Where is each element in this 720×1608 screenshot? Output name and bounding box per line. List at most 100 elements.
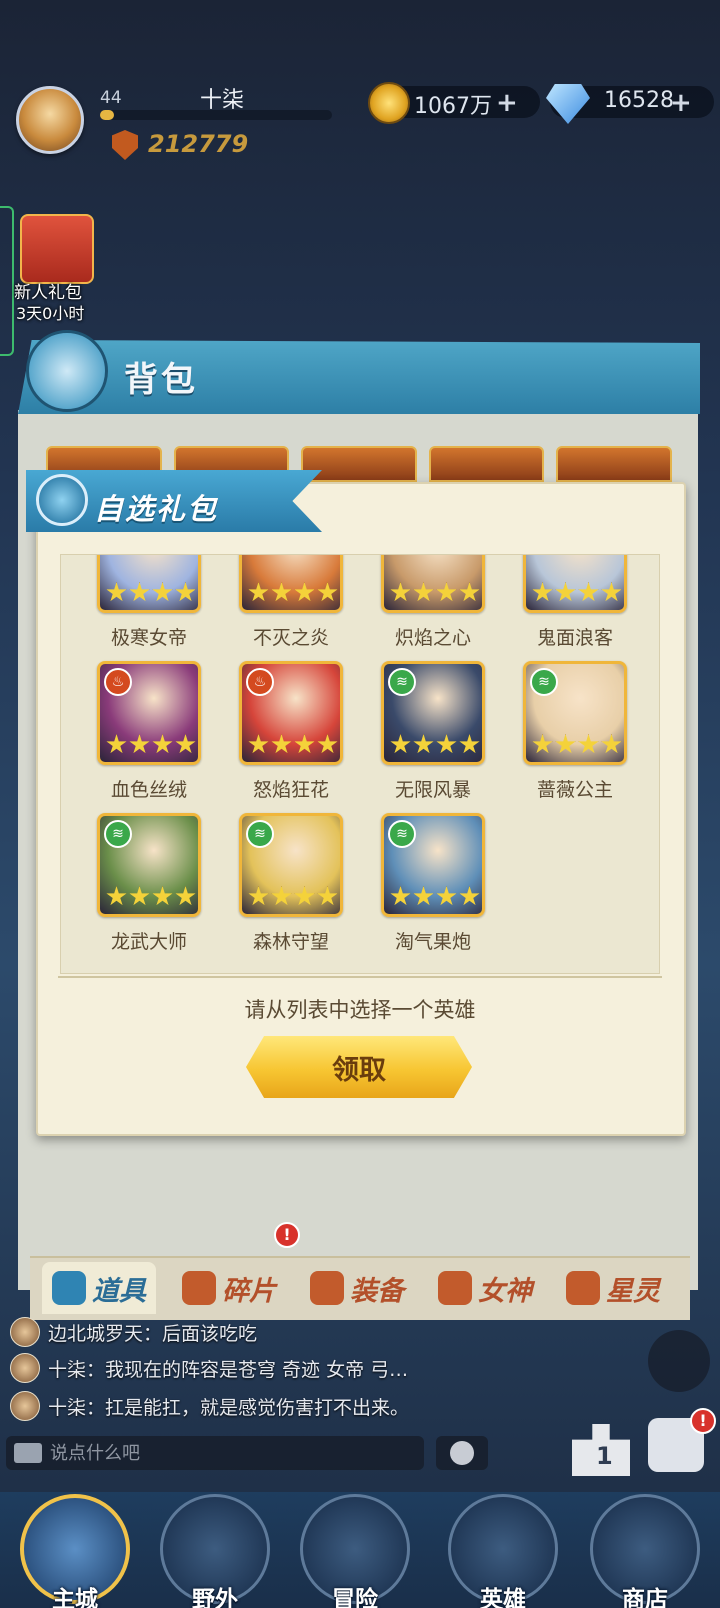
side-panel-frame bbox=[0, 206, 14, 356]
hero-name: 炽焰之心 bbox=[394, 627, 471, 649]
hero-card[interactable]: ≋ 龙武大师 bbox=[97, 813, 201, 953]
nav-label: 主城 bbox=[52, 1587, 98, 1608]
tab-equipment[interactable]: 装备 bbox=[310, 1262, 404, 1314]
hero-name: 森林守望 bbox=[252, 931, 329, 953]
gold-amount: 1067万 bbox=[414, 94, 492, 119]
chat-avatar bbox=[10, 1353, 40, 1383]
popup-title: 自选礼包 bbox=[94, 492, 219, 526]
hero-card[interactable]: ≋ 蔷薇公主 bbox=[523, 661, 627, 801]
add-gold-button[interactable]: + bbox=[496, 88, 518, 118]
hero-card[interactable]: ≋ 淘气果炮 bbox=[381, 813, 485, 953]
chest-alert-badge: ! bbox=[690, 1408, 716, 1434]
star-icon bbox=[390, 886, 411, 906]
star-icon bbox=[390, 734, 411, 754]
chat-message[interactable]: 边北城罗天：后面该吃吃 bbox=[10, 1316, 257, 1348]
hero-grid: 极寒女帝 不灭之炎 炽焰之心 鬼面浪客 ♨ 血色丝绒 ♨ 怒焰狂花 ≋ 无限风暴 ≋ 蔷薇公主 ≋ 龙武大… bbox=[60, 554, 660, 974]
hero-card[interactable]: ≋ 无限风暴 bbox=[381, 661, 485, 801]
claim-button[interactable]: 领取 bbox=[246, 1036, 472, 1098]
chat-input[interactable] bbox=[50, 1442, 410, 1464]
nav-shop[interactable]: 商店 bbox=[590, 1494, 700, 1608]
hero-card[interactable]: 炽焰之心 bbox=[381, 555, 485, 649]
goddess-icon bbox=[438, 1271, 472, 1305]
fragment-icon bbox=[182, 1271, 216, 1305]
star-rating bbox=[390, 734, 480, 756]
star-icon bbox=[436, 734, 457, 754]
nav-label: 野外 bbox=[192, 1587, 238, 1608]
wind-element-icon: ≋ bbox=[104, 820, 132, 848]
star-icon bbox=[106, 582, 127, 602]
star-icon bbox=[317, 582, 338, 602]
hero-portrait: ♨ bbox=[239, 661, 343, 765]
tab-items[interactable]: 道具 bbox=[42, 1262, 156, 1314]
star-icon bbox=[566, 1271, 600, 1305]
player-avatar[interactable] bbox=[16, 86, 84, 154]
star-icon bbox=[106, 734, 127, 754]
tab-label: 道具 bbox=[92, 1275, 146, 1307]
backpack-title: 背包 bbox=[124, 360, 198, 400]
star-icon bbox=[294, 582, 315, 602]
hero-portrait: ≋ bbox=[381, 813, 485, 917]
hero-portrait: ≋ bbox=[239, 813, 343, 917]
star-icon bbox=[175, 886, 196, 906]
hero-card[interactable]: 不灭之炎 bbox=[239, 555, 343, 649]
star-rating bbox=[390, 582, 480, 604]
nav-label: 商店 bbox=[622, 1587, 668, 1608]
hero-portrait bbox=[239, 555, 343, 613]
chat-message[interactable]: 十柒：扛是能扛，就是感觉伤害打不出来。 bbox=[10, 1390, 409, 1422]
hero-name: 极寒女帝 bbox=[110, 627, 187, 649]
chat-text: 边北城罗天：后面该吃吃 bbox=[48, 1322, 258, 1345]
hero-portrait bbox=[97, 555, 201, 613]
hero-portrait bbox=[523, 555, 627, 613]
chat-avatar bbox=[10, 1317, 40, 1347]
tab-fragments[interactable]: 碎片 bbox=[182, 1262, 276, 1314]
select-prompt: 请从列表中选择一个英雄 bbox=[244, 998, 476, 1022]
nav-label: 冒险 bbox=[332, 1587, 378, 1608]
hero-portrait: ♨ bbox=[97, 661, 201, 765]
item-slot[interactable] bbox=[301, 446, 417, 482]
emoji-button[interactable] bbox=[436, 1436, 488, 1470]
add-gems-button[interactable]: + bbox=[670, 88, 692, 118]
tab-label: 装备 bbox=[350, 1275, 404, 1307]
star-rating bbox=[532, 582, 622, 604]
star-icon bbox=[436, 582, 457, 602]
hero-portrait: ≋ bbox=[381, 661, 485, 765]
item-slot[interactable] bbox=[428, 446, 545, 482]
exp-bar-fill bbox=[100, 110, 114, 120]
star-icon bbox=[459, 734, 480, 754]
nav-wild[interactable]: 野外 bbox=[160, 1494, 270, 1608]
star-icon bbox=[413, 886, 434, 906]
star-icon bbox=[436, 886, 457, 906]
hero-card[interactable]: ♨ 血色丝绒 bbox=[97, 661, 201, 801]
star-icon bbox=[294, 886, 315, 906]
star-icon bbox=[601, 734, 622, 754]
gem-amount: 16528 bbox=[604, 88, 674, 113]
star-icon bbox=[459, 886, 480, 906]
star-icon bbox=[248, 886, 269, 906]
tab-goddess[interactable]: 女神 bbox=[438, 1262, 532, 1314]
hero-card[interactable]: 极寒女帝 bbox=[97, 555, 201, 649]
equipment-icon bbox=[310, 1271, 344, 1305]
item-slot[interactable] bbox=[556, 446, 672, 482]
friends-button[interactable] bbox=[648, 1330, 710, 1392]
fire-element-icon: ♨ bbox=[246, 668, 274, 696]
nav-main-city[interactable]: 主城 bbox=[20, 1494, 130, 1608]
star-rating bbox=[106, 582, 196, 604]
star-rating bbox=[532, 734, 622, 756]
tab-label: 星灵 bbox=[606, 1275, 660, 1307]
wind-element-icon: ≋ bbox=[246, 820, 274, 848]
newbie-gift-timer: 3天0小时 bbox=[16, 304, 85, 323]
hero-card[interactable]: ♨ 怒焰狂花 bbox=[239, 661, 343, 801]
star-icon bbox=[390, 582, 411, 602]
tab-star-spirit[interactable]: 星灵 bbox=[566, 1262, 660, 1314]
nav-heroes[interactable]: 英雄 bbox=[448, 1494, 558, 1608]
nav-adventure[interactable]: 冒险 bbox=[300, 1494, 410, 1608]
chat-text: 十柒：扛是能扛，就是感觉伤害打不出来。 bbox=[48, 1396, 410, 1419]
chat-input-box[interactable] bbox=[6, 1436, 424, 1470]
hero-card[interactable]: ≋ 森林守望 bbox=[239, 813, 343, 953]
hero-portrait bbox=[381, 555, 485, 613]
gold-coin-icon bbox=[368, 82, 410, 124]
chat-message[interactable]: 十柒：我现在的阵容是苍穹 奇迹 女帝 弓… bbox=[10, 1352, 408, 1384]
gift-box-icon[interactable] bbox=[20, 214, 94, 284]
star-icon bbox=[413, 582, 434, 602]
hero-card[interactable]: 鬼面浪客 bbox=[523, 555, 627, 649]
